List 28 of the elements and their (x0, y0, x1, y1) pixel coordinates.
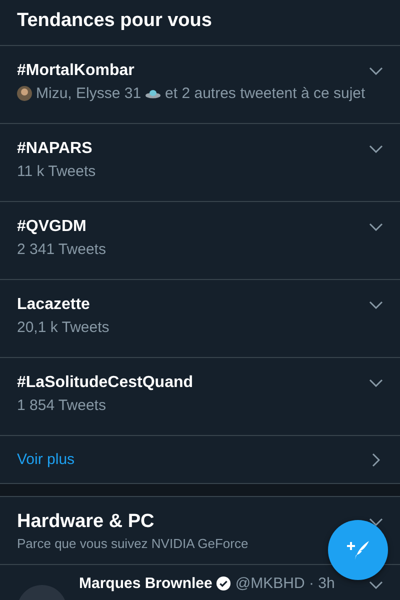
ufo-icon (145, 88, 162, 98)
topic-title: Hardware & PC (17, 511, 154, 533)
trend-name[interactable]: #NAPARS (17, 140, 92, 158)
trend-context: et 2 autres tweetent à ce sujet (165, 85, 366, 102)
chevron-down-icon[interactable] (369, 379, 383, 387)
tweet-count: 1 854 Tweets (17, 397, 106, 414)
trend-name[interactable]: #QVGDM (17, 218, 86, 236)
tweet-count: 2 341 Tweets (17, 241, 106, 258)
trend-name[interactable]: #MortalKombar (17, 62, 134, 80)
avatar-icon (17, 86, 32, 101)
trend-name[interactable]: #LaSolitudeCestQuand (17, 374, 194, 392)
author-name[interactable]: Marques Brownlee (79, 575, 212, 592)
author-handle: @MKBHD · 3h (235, 575, 335, 592)
tweet-count: 20,1 k Tweets (17, 319, 110, 336)
section-title: Tendances pour vous (17, 10, 212, 31)
chevron-down-icon[interactable] (369, 581, 383, 589)
trend-name[interactable]: Lacazette (17, 296, 90, 314)
chevron-right-icon (372, 452, 380, 466)
compose-icon (345, 538, 371, 562)
tweet-count: 11 k Tweets (17, 163, 96, 180)
topic-subtitle: Parce que vous suivez NVIDIA GeForce (17, 536, 248, 551)
chevron-down-icon[interactable] (369, 223, 383, 231)
trend-context: Mizu, Elysse 31 (36, 85, 142, 102)
show-more-link[interactable]: Voir plus (17, 451, 75, 468)
chevron-down-icon[interactable] (369, 67, 383, 75)
chevron-down-icon[interactable] (369, 145, 383, 153)
chevron-down-icon[interactable] (369, 518, 383, 526)
chevron-down-icon[interactable] (369, 301, 383, 309)
